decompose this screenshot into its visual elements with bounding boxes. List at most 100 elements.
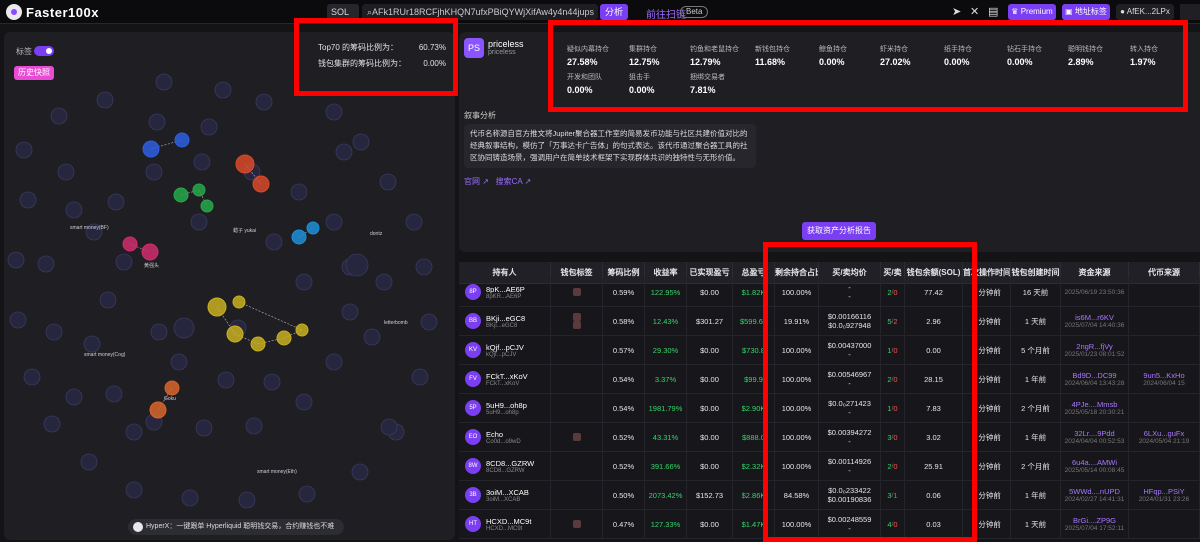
fund-source[interactable]: BrGi....ZP9G [1073, 516, 1116, 525]
empty-wallet-bubble[interactable] [325, 103, 343, 121]
empty-wallet-bubble[interactable] [155, 73, 173, 91]
fund-source[interactable]: 5WWd....nUPD [1069, 487, 1120, 496]
table-row[interactable]: KV kQjf...pCJV kQjf...pCJV 0.57% 29.30% $0.00… [459, 336, 1200, 365]
empty-wallet-bubble[interactable] [37, 255, 55, 273]
empty-wallet-bubble[interactable] [238, 491, 256, 509]
holder-bubble[interactable] [252, 175, 270, 193]
empty-wallet-bubble[interactable] [217, 371, 235, 389]
empty-wallet-bubble[interactable] [45, 323, 63, 341]
holder-bubble[interactable] [232, 295, 246, 309]
empty-wallet-bubble[interactable] [105, 385, 123, 403]
empty-wallet-bubble[interactable] [351, 463, 369, 481]
holder-name[interactable]: Echo [486, 430, 521, 439]
empty-wallet-bubble[interactable] [181, 489, 199, 507]
empty-wallet-bubble[interactable] [9, 311, 27, 329]
empty-wallet-bubble[interactable] [107, 193, 125, 211]
table-row[interactable]: 5P 5uH9...oh8p 5uH9...oh8p 0.54% 1981.79% $0.… [459, 394, 1200, 423]
table-row[interactable]: EO Echo Co0d...o9wD 0.52% 43.31% $0.00 $888.0 1… [459, 423, 1200, 452]
holder-bubble[interactable] [164, 380, 180, 396]
transfer-link[interactable] [238, 301, 303, 331]
wallet-tag-icon[interactable] [572, 321, 581, 329]
empty-wallet-bubble[interactable] [23, 368, 41, 386]
fund-source[interactable]: 2ngR...fjVy [1076, 342, 1112, 351]
empty-wallet-bubble[interactable] [200, 118, 218, 136]
holder-name[interactable]: HCXD...MC9t [486, 517, 531, 526]
hyperx-banner[interactable]: HyperX：一键跟单 Hyperliquid 聪明钱交易，合约赚钱也不难 [128, 519, 344, 535]
empty-wallet-bubble[interactable] [405, 213, 423, 231]
empty-wallet-bubble[interactable] [65, 201, 83, 219]
analyze-button[interactable]: 分析 [600, 4, 628, 20]
docs-icon[interactable]: ▤ [988, 5, 998, 19]
empty-wallet-bubble[interactable] [325, 353, 343, 371]
bubble-map[interactable]: smart money(BF) 黄强头 蜡子 yukai dontz letterbom… [4, 32, 455, 540]
empty-wallet-bubble[interactable] [57, 163, 75, 181]
empty-wallet-bubble[interactable] [80, 453, 98, 471]
table-row[interactable]: 8P 8pK...AE6P 8pKR...AE6P 0.59% 122.95% $0.00… [459, 278, 1200, 307]
empty-wallet-bubble[interactable] [190, 213, 208, 231]
empty-wallet-bubble[interactable] [245, 417, 263, 435]
holder-bubble[interactable] [207, 297, 227, 317]
empty-wallet-bubble[interactable] [352, 133, 370, 151]
fund-source[interactable]: is6M...r6KV [1075, 313, 1114, 322]
table-row[interactable]: HT HCXD...MC9t HCXD...MC9t 0.47% 127.33% $0.0… [459, 510, 1200, 539]
empty-wallet-bubble[interactable] [290, 183, 308, 201]
wallet-tag-icon[interactable] [572, 313, 581, 321]
address-tag-button[interactable]: ▣ 地址标签 [1062, 4, 1110, 20]
holder-bubble[interactable] [192, 183, 206, 197]
empty-wallet-bubble[interactable] [298, 485, 316, 503]
empty-wallet-bubble[interactable] [99, 291, 117, 309]
logo[interactable]: Faster100x [6, 4, 99, 20]
empty-wallet-bubble[interactable] [295, 273, 313, 291]
empty-wallet-bubble[interactable] [195, 419, 213, 437]
holder-name[interactable]: BKji...eGC8 [486, 314, 525, 323]
empty-wallet-bubble[interactable] [341, 303, 359, 321]
empty-wallet-bubble[interactable] [295, 393, 313, 411]
empty-wallet-bubble[interactable] [375, 273, 393, 291]
empty-wallet-bubble[interactable] [415, 258, 433, 276]
holder-name[interactable]: 5uH9...oh8p [486, 401, 527, 410]
chain-selector[interactable]: SOL [327, 4, 359, 20]
token-search-input[interactable]: ⌕AFk1RUr18RCFjhKHQN7ufxPBiQYWjXifAw4y4n4… [362, 4, 598, 20]
empty-wallet-bubble[interactable] [345, 253, 369, 277]
fund-source[interactable]: 6u4a....AMWi [1072, 458, 1117, 467]
empty-wallet-bubble[interactable] [43, 415, 61, 433]
label-toggle[interactable] [34, 46, 54, 56]
empty-wallet-bubble[interactable] [170, 353, 188, 371]
holder-bubble[interactable] [250, 336, 266, 352]
holder-bubble[interactable] [149, 401, 167, 419]
token-source[interactable]: 9un5...KxHo [1143, 371, 1184, 380]
fund-source[interactable]: 4PJe....Mmsb [1072, 400, 1118, 409]
empty-wallet-bubble[interactable] [173, 317, 195, 339]
empty-wallet-bubble[interactable] [96, 91, 114, 109]
empty-wallet-bubble[interactable] [193, 153, 211, 171]
search-ca-link[interactable]: 搜索CA [496, 177, 523, 186]
holder-bubble[interactable] [276, 330, 292, 346]
empty-wallet-bubble[interactable] [83, 335, 101, 353]
asset-report-button[interactable]: 获取资产分析报告 [802, 222, 876, 240]
holder-bubble[interactable] [142, 140, 160, 158]
table-row[interactable]: FV FCkT...xKoV FCkT...xKoV 0.54% 3.37% $0.00 $… [459, 365, 1200, 394]
premium-button[interactable]: ♛ Premium [1008, 4, 1056, 20]
fund-source[interactable]: 32Lr....9Pdd [1074, 429, 1114, 438]
holder-bubble[interactable] [141, 243, 159, 261]
holder-bubble[interactable] [306, 221, 320, 235]
token-source[interactable]: 6LXu...guFx [1144, 429, 1184, 438]
empty-wallet-bubble[interactable] [125, 481, 143, 499]
token-source[interactable]: HFqp...PSiY [1143, 487, 1184, 496]
holder-bubble[interactable] [226, 325, 244, 343]
holder-name[interactable]: kQjf...pCJV [486, 343, 524, 352]
holder-bubble[interactable] [173, 187, 189, 203]
empty-wallet-bubble[interactable] [411, 368, 429, 386]
empty-wallet-bubble[interactable] [15, 141, 33, 159]
empty-wallet-bubble[interactable] [125, 423, 143, 441]
holder-name[interactable]: 3oiM...XCAB [486, 488, 529, 497]
holder-name[interactable]: 8CD8...GZRW [486, 459, 534, 468]
empty-wallet-bubble[interactable] [145, 163, 163, 181]
wallet-tag-icon[interactable] [572, 433, 581, 441]
holder-name[interactable]: FCkT...xKoV [486, 372, 528, 381]
empty-wallet-bubble[interactable] [420, 313, 438, 331]
holder-bubble[interactable] [174, 132, 190, 148]
empty-wallet-bubble[interactable] [19, 191, 37, 209]
wallet-button[interactable]: ● AfEK...2LPx [1116, 4, 1174, 20]
x-icon[interactable]: ✕ [970, 5, 979, 19]
